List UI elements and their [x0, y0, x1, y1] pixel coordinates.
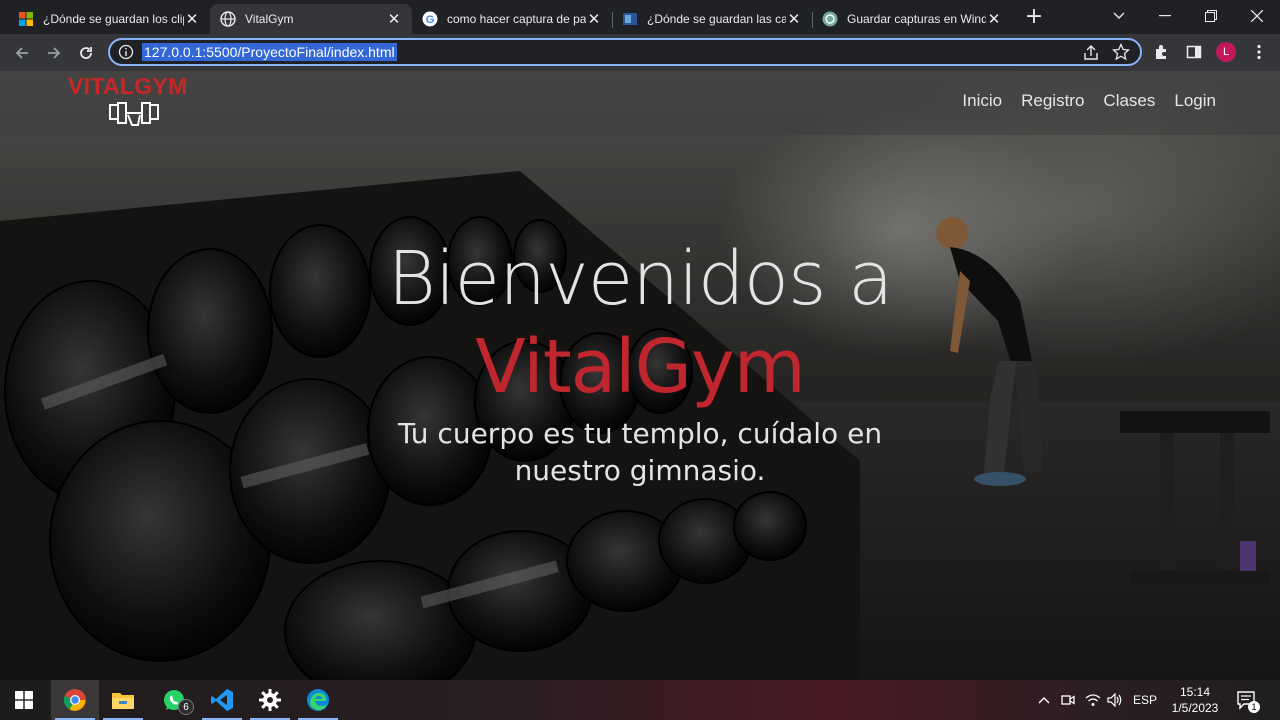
- whatsapp-badge: 6: [178, 699, 194, 715]
- tab-title: ¿Dónde se guardan los clips: [43, 12, 184, 26]
- new-tab-button[interactable]: +: [1022, 6, 1046, 30]
- tab-strip: ¿Dónde se guardan los clips ✕ VitalGym ✕…: [0, 0, 1280, 34]
- forward-button[interactable]: [40, 39, 68, 67]
- close-icon[interactable]: ✕: [184, 10, 200, 28]
- close-icon[interactable]: ✕: [786, 10, 802, 28]
- taskbar-edge[interactable]: [294, 680, 342, 720]
- tab-1[interactable]: ¿Dónde se guardan los clips ✕: [8, 4, 210, 34]
- reload-button[interactable]: [72, 39, 100, 67]
- taskbar-settings[interactable]: [246, 680, 294, 720]
- clock-date: 1/5/2023: [1171, 701, 1219, 715]
- hero-subtitle: Tu cuerpo es tu templo, cuídalo en nuest…: [397, 417, 883, 487]
- tab-title: ¿Dónde se guardan las capturas: [647, 12, 786, 26]
- tray-language[interactable]: ESP: [1133, 690, 1157, 710]
- share-icon[interactable]: [1082, 44, 1100, 62]
- tab-title: como hacer captura de pantalla: [447, 12, 586, 26]
- tray-meet-now[interactable]: [1058, 690, 1078, 710]
- globe-icon: [220, 11, 236, 27]
- bookmark-star-icon[interactable]: [1112, 43, 1130, 61]
- taskbar-chrome[interactable]: [51, 680, 99, 720]
- profile-avatar[interactable]: L: [1216, 42, 1236, 62]
- taskbar-clock[interactable]: 15:14 1/5/2023: [1164, 684, 1226, 716]
- camera-icon: [1061, 695, 1075, 705]
- more-vert-icon: [1257, 44, 1261, 60]
- url-text[interactable]: 127.0.0.1:5500/ProyectoFinal/index.html: [142, 43, 397, 61]
- windows-logo-icon: [19, 12, 33, 26]
- notification-count: 1: [1248, 701, 1260, 713]
- close-icon: [1251, 10, 1263, 22]
- restore-icon: [1205, 10, 1217, 22]
- tab-3[interactable]: G como hacer captura de pantalla ✕: [412, 4, 612, 34]
- tab-search-button[interactable]: [1096, 0, 1142, 32]
- site-navbar: VITALGYM Inicio Registro Clases Login: [0, 71, 1280, 135]
- tab-4[interactable]: ¿Dónde se guardan las capturas ✕: [612, 4, 812, 34]
- side-panel-button[interactable]: [1184, 42, 1204, 62]
- edge-icon: [307, 689, 329, 711]
- chevron-up-icon: [1038, 697, 1050, 704]
- openai-icon: [822, 11, 838, 27]
- tray-volume[interactable]: [1105, 690, 1125, 710]
- close-icon[interactable]: ✕: [586, 10, 602, 28]
- hero-title-brand: VitalGym: [475, 324, 806, 410]
- arrow-left-icon: [15, 47, 28, 59]
- tray-network[interactable]: [1083, 690, 1103, 710]
- hero-section: Bienvenidos a VitalGym Tu cuerpo es tu t…: [0, 233, 1280, 489]
- browser-toolbar: 127.0.0.1:5500/ProyectoFinal/index.html …: [0, 34, 1280, 71]
- minimize-button[interactable]: [1142, 0, 1188, 32]
- reload-icon: [80, 47, 92, 59]
- taskbar-whatsapp[interactable]: 6: [150, 680, 198, 720]
- nav-links: Inicio Registro Clases Login: [962, 91, 1216, 111]
- tab-5[interactable]: Guardar capturas en Windows ✕: [812, 4, 1012, 34]
- svg-text:G: G: [426, 14, 435, 26]
- wifi-icon: [1085, 694, 1101, 706]
- page-viewport: VITALGYM Inicio Registro Clases Login Bi…: [0, 71, 1280, 680]
- nav-link-clases[interactable]: Clases: [1103, 91, 1155, 111]
- side-panel-icon: [1186, 45, 1202, 59]
- nav-link-inicio[interactable]: Inicio: [962, 91, 1002, 111]
- menu-button[interactable]: [1249, 42, 1269, 62]
- puzzle-icon: [1156, 45, 1166, 59]
- start-button[interactable]: [0, 680, 48, 720]
- taskbar-file-explorer[interactable]: [99, 680, 147, 720]
- hero-title-line1: Bienvenidos a: [387, 236, 894, 322]
- close-icon[interactable]: ✕: [386, 10, 402, 28]
- extensions-button[interactable]: [1152, 42, 1172, 62]
- chevron-down-icon: [1113, 12, 1125, 19]
- address-bar[interactable]: 127.0.0.1:5500/ProyectoFinal/index.html: [108, 38, 1142, 66]
- restore-button[interactable]: [1188, 0, 1234, 32]
- brand-logo-text[interactable]: VITALGYM: [68, 73, 188, 100]
- google-icon: G: [422, 11, 438, 27]
- windows-taskbar: 6 ESP 15:14 1/5/2023 1: [0, 680, 1280, 720]
- close-window-button[interactable]: [1234, 0, 1280, 32]
- nav-link-login[interactable]: Login: [1174, 91, 1216, 111]
- blue-square-icon: [623, 13, 637, 25]
- back-button[interactable]: [8, 39, 36, 67]
- file-explorer-icon: [112, 693, 134, 709]
- nav-link-registro[interactable]: Registro: [1021, 91, 1084, 111]
- dumbbell-logo-icon[interactable]: [108, 101, 160, 129]
- settings-icon: [259, 689, 281, 711]
- speaker-icon: [1107, 693, 1122, 707]
- tab-2-active[interactable]: VitalGym ✕: [210, 4, 412, 34]
- taskbar-vscode[interactable]: [198, 680, 246, 720]
- chrome-icon: [63, 689, 86, 711]
- minimize-icon: [1159, 15, 1171, 17]
- notification-center-button[interactable]: 1: [1236, 690, 1260, 713]
- vscode-icon: [211, 689, 233, 711]
- tab-title: Guardar capturas en Windows: [847, 12, 986, 26]
- windows-start-icon: [15, 691, 33, 709]
- info-icon[interactable]: [118, 44, 134, 60]
- close-icon[interactable]: ✕: [986, 10, 1002, 28]
- clock-time: 15:14: [1179, 685, 1211, 699]
- arrow-right-icon: [48, 47, 61, 59]
- tab-title: VitalGym: [245, 12, 294, 26]
- tray-overflow-button[interactable]: [1034, 690, 1054, 710]
